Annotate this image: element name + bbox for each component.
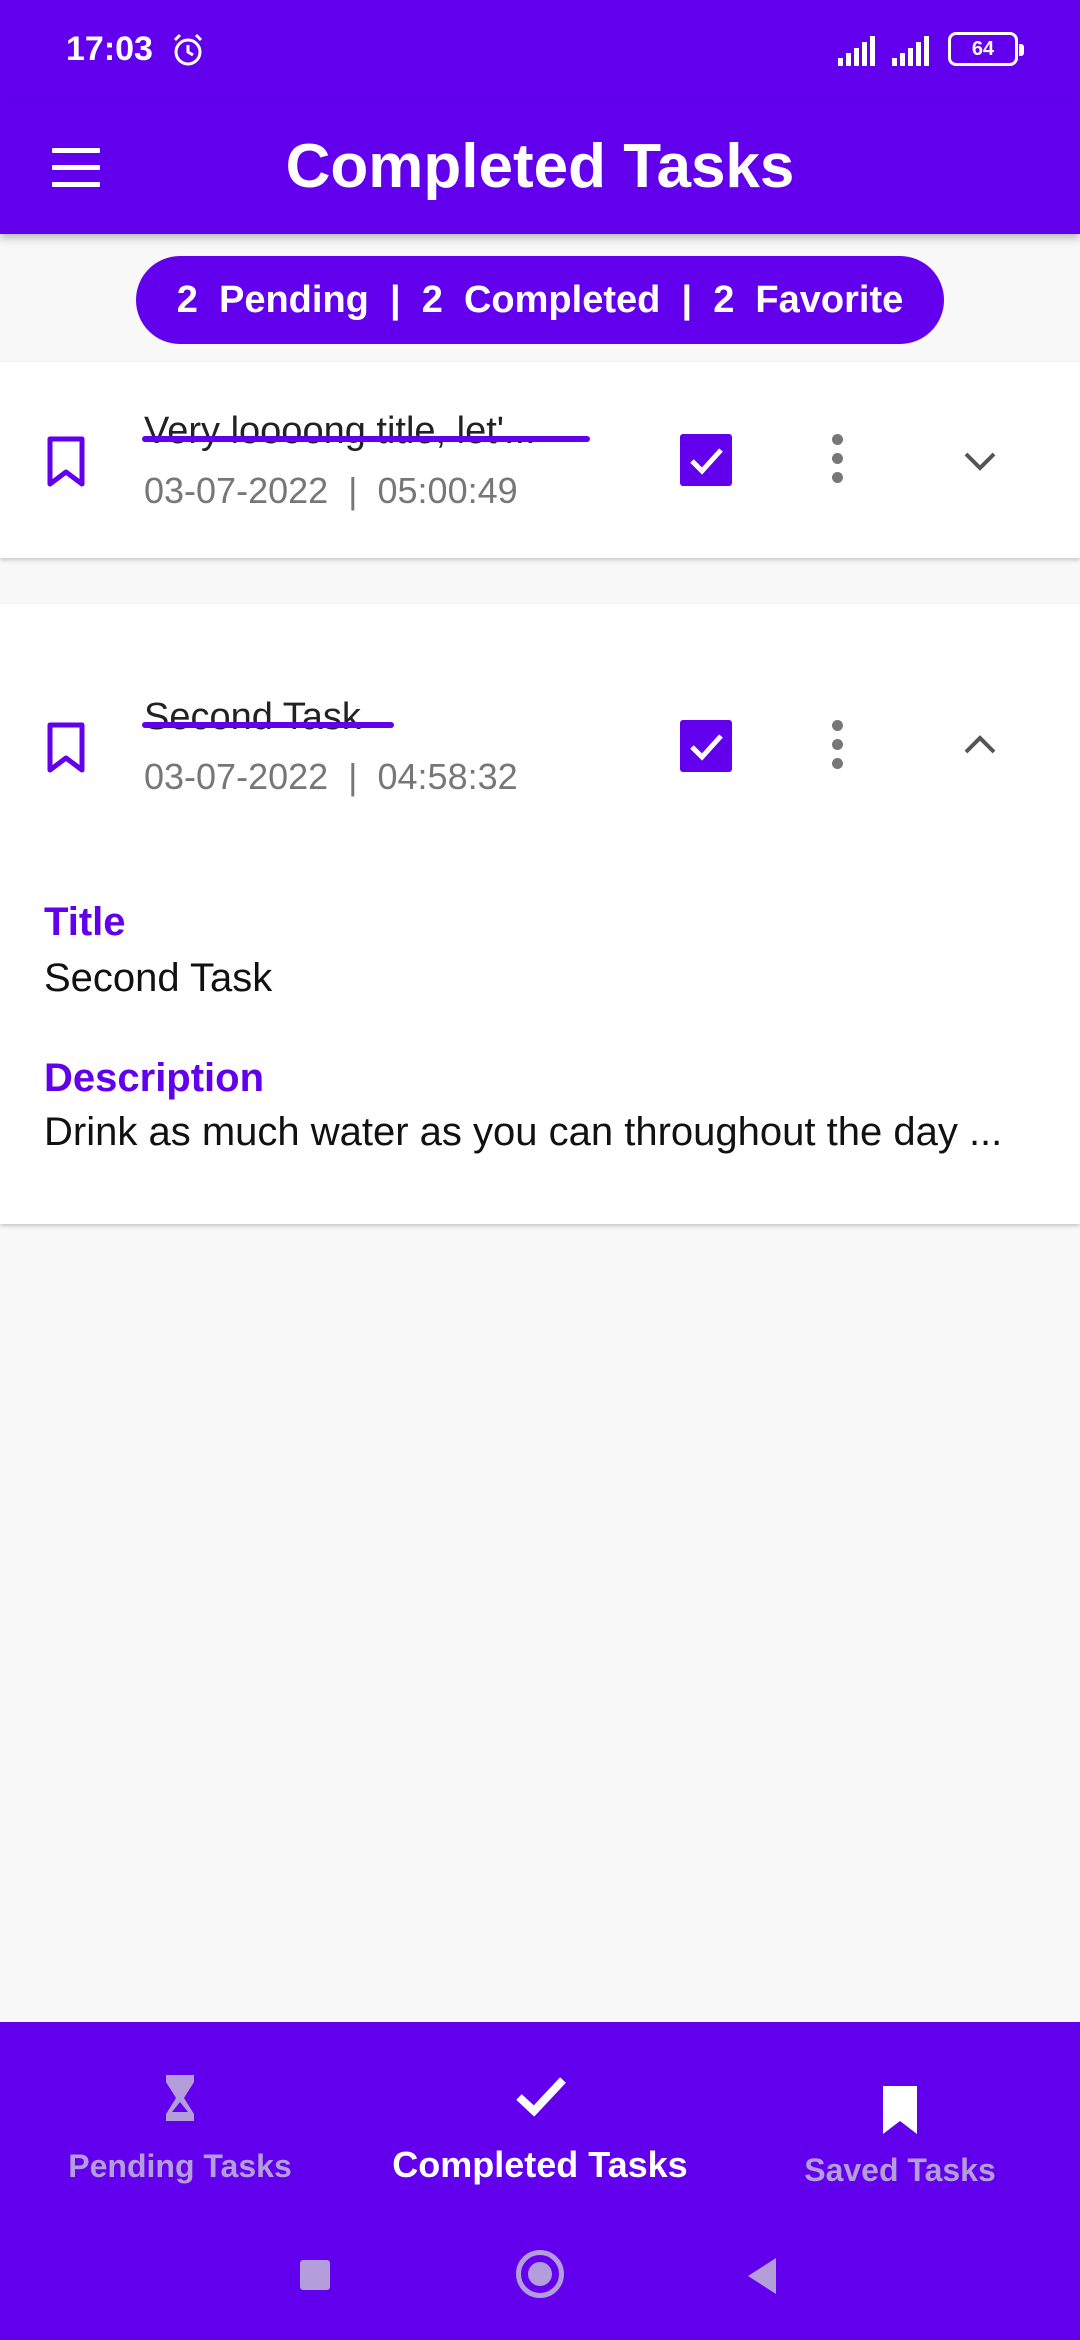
nav-pending-tasks[interactable]: Pending Tasks [40,2022,320,2222]
nav-label: Completed Tasks [392,2144,688,2185]
strikethrough-line [142,436,590,442]
detail-description-label: Description [44,1056,265,1100]
task-title: Second Task [144,696,361,738]
task-date: 03-07-2022 | 04:58:32 [144,756,518,797]
signal-icon [838,36,875,66]
app-screen: 17:03 64 Completed Tasks 2 Pending | 2 C… [0,0,1080,2340]
check-icon [690,448,723,475]
completed-checkbox[interactable] [680,434,732,486]
app-toolbar: Completed Tasks [0,100,1080,234]
nav-label: Saved Tasks [804,2152,996,2188]
home-button[interactable] [516,2250,564,2298]
strikethrough-line [142,722,394,728]
check-icon [690,734,723,761]
task-date: 03-07-2022 | 05:00:49 [144,470,518,511]
completed-checkbox[interactable] [680,720,732,772]
battery-icon: 64 [948,32,1024,66]
task-card[interactable]: Second Task 03-07-2022 | 04:58:32 Title … [0,604,1080,1224]
check-icon [516,2077,566,2117]
chevron-down-icon[interactable] [958,446,1002,476]
bookmark-icon [883,2086,917,2134]
task-card[interactable]: Very loooong title, let'... 03-07-2022 |… [0,362,1080,558]
bookmark-icon[interactable] [46,722,86,774]
task-summary-badge: 2 Pending | 2 Completed | 2 Favorite [136,256,944,344]
nav-saved-tasks[interactable]: Saved Tasks [760,2022,1040,2222]
signal-icon [892,36,929,66]
page-title: Completed Tasks [285,132,795,201]
nav-completed-tasks[interactable]: Completed Tasks [370,2022,710,2222]
task-title: Very loooong title, let'... [144,410,536,452]
detail-title-value: Second Task [44,956,273,1000]
more-options-icon[interactable] [828,720,848,770]
hamburger-menu-icon[interactable] [44,138,110,198]
battery-level: 64 [971,37,995,60]
back-button[interactable] [744,2256,780,2296]
status-bar: 17:03 64 [0,0,1080,100]
more-options-icon[interactable] [828,434,848,484]
hourglass-icon [166,2075,194,2121]
bookmark-icon[interactable] [46,436,86,488]
status-time: 17:03 [66,30,153,68]
detail-title-label: Title [44,900,126,944]
chevron-up-icon[interactable] [958,730,1002,760]
nav-label: Pending Tasks [68,2148,292,2184]
detail-description-value: Drink as much water as you can throughou… [44,1110,1003,1154]
recent-apps-button[interactable] [300,2260,330,2290]
alarm-icon [173,33,203,66]
